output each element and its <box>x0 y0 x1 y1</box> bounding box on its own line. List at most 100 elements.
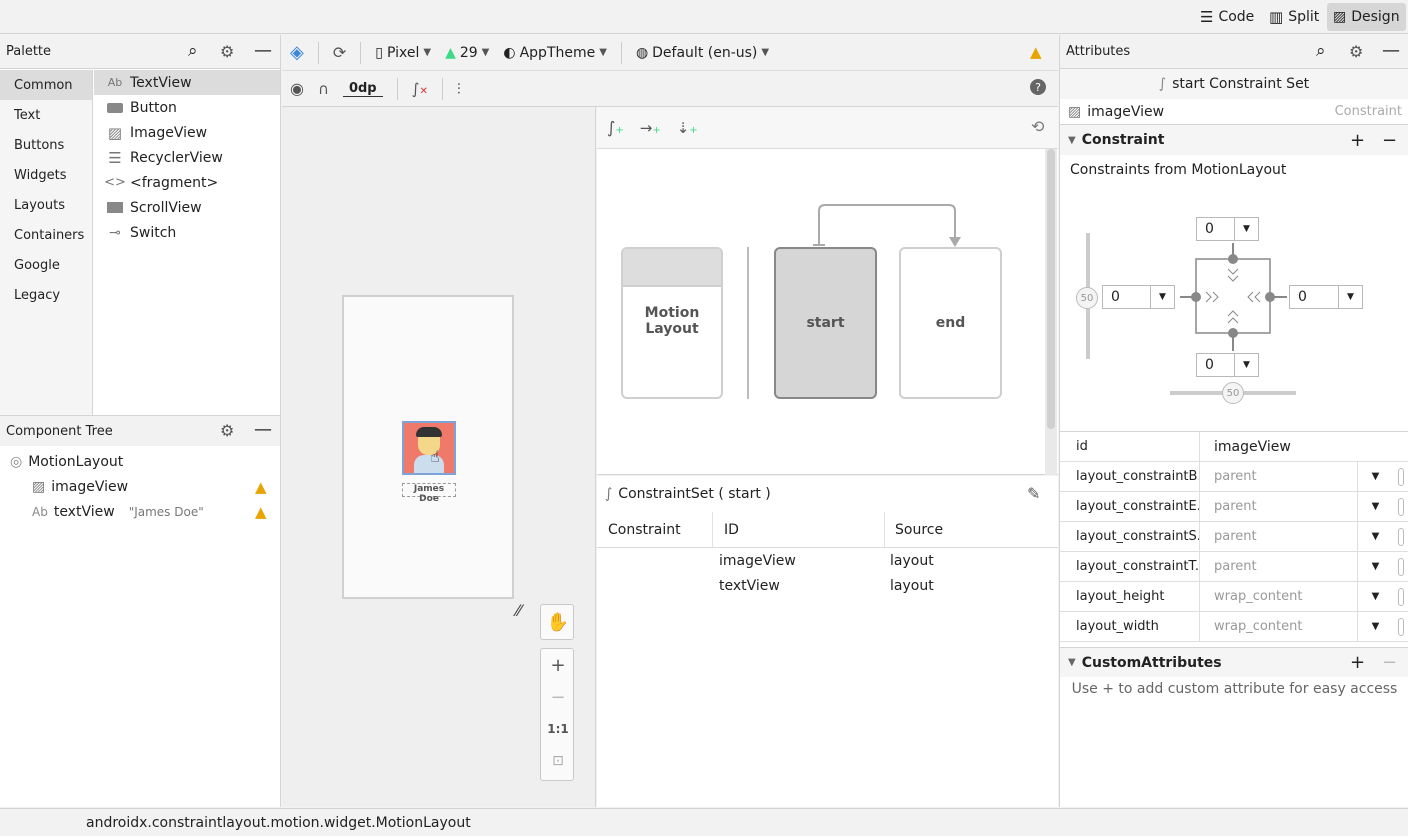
chevron-down-icon[interactable]: ▼ <box>1357 462 1393 491</box>
table-row[interactable]: textView layout <box>597 573 1058 598</box>
zoom-actual-button[interactable]: 1:1 <box>541 713 575 745</box>
tree-item-textview[interactable]: Ab textView "James Doe" ▲ <box>10 499 280 524</box>
gear-icon[interactable]: ⚙ <box>220 421 234 440</box>
tree-item-imageview[interactable]: ▨ imageView ▲ <box>10 474 280 499</box>
start-constraint-set-node[interactable]: start <box>774 247 877 399</box>
table-row[interactable]: imageView layout <box>597 548 1058 573</box>
minimize-icon[interactable]: — <box>254 40 272 61</box>
resource-picker-icon[interactable] <box>1393 587 1408 606</box>
resource-picker-icon[interactable] <box>1393 617 1408 636</box>
category-common[interactable]: Common <box>0 70 92 100</box>
category-layouts[interactable]: Layouts <box>0 190 92 220</box>
edit-pencil-icon[interactable]: ✎ <box>1027 484 1040 503</box>
palette-item-imageview[interactable]: ▨ ImageView <box>94 120 280 145</box>
design-mode-button[interactable]: ▨ Design <box>1327 3 1406 31</box>
remove-icon[interactable]: − <box>1382 130 1397 151</box>
palette-item-scrollview[interactable]: ScrollView <box>94 195 280 220</box>
attr-row-constraint-start[interactable]: layout_constraintS... parent ▼ <box>1060 522 1408 552</box>
constraint-section-header[interactable]: ▼ Constraint + − <box>1060 125 1408 155</box>
category-text[interactable]: Text <box>0 100 92 130</box>
attr-value[interactable]: parent <box>1200 492 1357 521</box>
zoom-out-button[interactable]: − <box>541 681 575 713</box>
chevron-down-icon[interactable]: ▼ <box>1357 492 1393 521</box>
default-margin-field[interactable]: 0dp <box>342 81 383 97</box>
minimize-icon[interactable]: — <box>1382 40 1400 61</box>
column-header-source[interactable]: Source <box>885 522 943 538</box>
code-mode-button[interactable]: ☰ Code <box>1194 3 1260 31</box>
category-buttons[interactable]: Buttons <box>0 130 92 160</box>
attr-row-layout-height[interactable]: layout_height wrap_content ▼ <box>1060 582 1408 612</box>
attr-row-id[interactable]: id imageView <box>1060 432 1408 462</box>
palette-item-recyclerview[interactable]: ☰ RecyclerView <box>94 145 280 170</box>
layers-icon[interactable]: ◈ <box>290 42 304 63</box>
attr-value[interactable]: parent <box>1200 462 1357 491</box>
category-containers[interactable]: Containers <box>0 220 92 250</box>
end-constraint-set-node[interactable]: end <box>899 247 1002 399</box>
magnet-off-icon[interactable]: ∩ <box>318 80 329 98</box>
phone-icon: ▯ <box>375 44 383 61</box>
device-dropdown[interactable]: ▯ Pixel ▼ <box>375 45 431 61</box>
scrollbar-thumb[interactable] <box>1047 149 1055 429</box>
tree-item-motionlayout[interactable]: ◎ MotionLayout <box>10 449 280 474</box>
attr-row-constraint-end[interactable]: layout_constraintE... parent ▼ <box>1060 492 1408 522</box>
resource-picker-icon[interactable] <box>1393 467 1408 486</box>
category-google[interactable]: Google <box>0 250 92 280</box>
tree-item-label: MotionLayout <box>28 453 124 470</box>
category-label: Legacy <box>14 287 61 303</box>
minimize-icon[interactable]: — <box>254 419 272 440</box>
preview-textview[interactable]: James Doe <box>402 483 456 504</box>
add-icon[interactable]: + <box>1350 652 1365 673</box>
palette-item-switch[interactable]: ⊸ Switch <box>94 220 280 245</box>
palette-item-textview[interactable]: Ab TextView <box>94 70 280 95</box>
palette-item-button[interactable]: Button <box>94 95 280 120</box>
attr-row-constraint-top[interactable]: layout_constraintT... parent ▼ <box>1060 552 1408 582</box>
add-icon[interactable]: + <box>1350 130 1365 151</box>
chevron-down-icon[interactable]: ▼ <box>1357 612 1393 641</box>
guidelines-icon[interactable]: ⫶ <box>457 80 461 98</box>
column-header-id[interactable]: ID <box>713 512 885 547</box>
clear-constraints-icon[interactable]: ∫✕ <box>412 80 428 98</box>
custom-attributes-header[interactable]: ▼ CustomAttributes + − <box>1060 647 1408 677</box>
attr-value[interactable]: imageView <box>1200 432 1408 461</box>
resource-picker-icon[interactable] <box>1393 527 1408 546</box>
gear-icon[interactable]: ⚙ <box>220 42 234 61</box>
orientation-icon[interactable]: ⟳ <box>333 43 346 62</box>
attr-value[interactable]: wrap_content <box>1200 612 1357 641</box>
chevron-down-icon[interactable]: ▼ <box>1357 582 1393 611</box>
resize-handle-icon[interactable]: ⁄⁄ <box>516 601 521 620</box>
category-widgets[interactable]: Widgets <box>0 160 92 190</box>
remove-icon[interactable]: − <box>1382 652 1397 673</box>
split-mode-button[interactable]: ▥ Split <box>1263 3 1325 31</box>
warning-icon[interactable]: ▲ <box>1030 43 1042 61</box>
phone-preview[interactable]: ☝ James Doe <box>342 295 514 599</box>
attr-value[interactable]: wrap_content <box>1200 582 1357 611</box>
zoom-fit-button[interactable]: ⊡ <box>541 745 575 777</box>
search-icon[interactable]: ⌕ <box>1316 41 1326 61</box>
zoom-in-button[interactable]: + <box>541 649 575 681</box>
code-brackets-icon: <> <box>104 175 126 190</box>
attr-row-layout-width[interactable]: layout_width wrap_content ▼ <box>1060 612 1408 642</box>
eye-icon[interactable]: ◉ <box>290 79 304 98</box>
resource-picker-icon[interactable] <box>1393 497 1408 516</box>
constraint-box-diagram[interactable] <box>1060 221 1408 431</box>
palette-item-fragment[interactable]: <> <fragment> <box>94 170 280 195</box>
chevron-down-icon[interactable]: ▼ <box>1357 552 1393 581</box>
resource-picker-icon[interactable] <box>1393 557 1408 576</box>
api-dropdown[interactable]: ▲ 29 ▼ <box>445 45 489 61</box>
locale-dropdown[interactable]: ◍ Default (en-us) ▼ <box>636 45 769 61</box>
pan-button[interactable]: ✋ <box>540 604 574 640</box>
warning-icon[interactable]: ▲ <box>255 478 267 496</box>
motion-layout-node[interactable]: Motion Layout <box>621 247 723 399</box>
warning-icon[interactable]: ▲ <box>255 503 267 521</box>
chevron-down-icon[interactable]: ▼ <box>1357 522 1393 551</box>
column-header-constraint[interactable]: Constraint <box>597 512 713 547</box>
attr-row-constraint-bottom[interactable]: layout_constraintB... parent ▼ <box>1060 462 1408 492</box>
theme-dropdown[interactable]: ◐ AppTheme ▼ <box>503 45 607 61</box>
help-icon[interactable]: ? <box>1030 79 1046 95</box>
avatar-image[interactable]: ☝ <box>402 421 456 475</box>
category-legacy[interactable]: Legacy <box>0 280 92 310</box>
search-icon[interactable]: ⌕ <box>188 41 198 61</box>
gear-icon[interactable]: ⚙ <box>1349 42 1363 61</box>
attr-value[interactable]: parent <box>1200 522 1357 551</box>
attr-value[interactable]: parent <box>1200 552 1357 581</box>
